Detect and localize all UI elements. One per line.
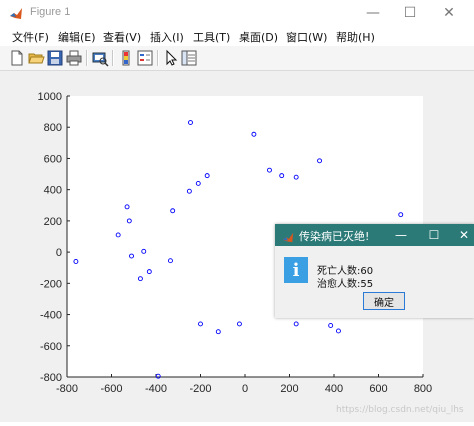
y-tick-label: -800 (40, 372, 62, 384)
menu-window[interactable]: 窗口(W) (286, 29, 327, 45)
dialog-maximize-button[interactable]: ☐ (420, 224, 448, 246)
y-tick-label: 0 (56, 247, 62, 259)
menu-tools[interactable]: 工具(T) (193, 29, 230, 45)
ok-button[interactable]: 确定 (363, 292, 405, 310)
y-tick-label: 200 (44, 216, 62, 228)
matlab-logo-icon (9, 6, 23, 20)
minimize-button[interactable]: — (356, 0, 390, 26)
edit-plot-arrow-icon[interactable] (162, 49, 180, 67)
dialog-title: 传染病已灭绝! (299, 230, 370, 243)
x-tick-label: -600 (100, 383, 122, 395)
window-title: Figure 1 (30, 6, 71, 18)
print-icon[interactable] (65, 49, 83, 67)
figure-toolbar (0, 46, 474, 71)
matlab-logo-icon (282, 229, 294, 243)
menu-view[interactable]: 查看(V) (103, 29, 141, 45)
save-icon[interactable] (46, 49, 64, 67)
menu-help[interactable]: 帮助(H) (336, 29, 375, 45)
x-tick-label: 400 (325, 383, 343, 395)
figure-window: Figure 1 — ☐ ✕ 文件(F) 编辑(E) 查看(V) 插入(I) 工… (0, 0, 474, 422)
watermark: https://blog.csdn.net/qiu_lhs (336, 405, 464, 415)
colorbar-icon[interactable] (117, 49, 135, 67)
toolbar-separator (113, 50, 114, 66)
y-tick-label: -200 (40, 278, 62, 290)
dialog-titlebar[interactable]: 传染病已灭绝! — ☐ ✕ (275, 224, 474, 246)
y-tick-label: -600 (40, 341, 62, 353)
menu-file[interactable]: 文件(F) (12, 29, 49, 45)
y-tick-label: 1000 (38, 91, 62, 103)
toolbar-separator (158, 50, 159, 66)
menu-insert[interactable]: 插入(I) (150, 29, 184, 45)
print-preview-icon[interactable] (91, 49, 109, 67)
toolbar-separator (87, 50, 88, 66)
menu-desktop[interactable]: 桌面(D) (239, 29, 278, 45)
x-tick-label: 600 (369, 383, 387, 395)
menu-bar: 文件(F) 编辑(E) 查看(V) 插入(I) 工具(T) 桌面(D) 窗口(W… (0, 26, 474, 46)
cured-value: 55 (360, 279, 374, 290)
y-tick-label: 800 (44, 122, 62, 134)
close-button[interactable]: ✕ (432, 0, 466, 26)
menu-edit[interactable]: 编辑(E) (58, 29, 96, 45)
property-editor-icon[interactable] (180, 49, 198, 67)
maximize-button[interactable]: ☐ (393, 0, 427, 26)
x-tick-label: -800 (56, 383, 78, 395)
dialog-minimize-button[interactable]: — (387, 224, 415, 246)
y-tick-label: -400 (40, 310, 62, 322)
y-tick-label: 400 (44, 185, 62, 197)
x-tick-label: 800 (414, 383, 432, 395)
message-dialog: 传染病已灭绝! — ☐ ✕ i 死亡人数:60 治愈人数:55 确定 (275, 224, 474, 318)
x-tick-label: 0 (242, 383, 248, 395)
cured-line: 治愈人数:55 (317, 275, 373, 290)
new-figure-icon[interactable] (8, 49, 26, 67)
open-file-icon[interactable] (27, 49, 45, 67)
x-tick-label: -400 (145, 383, 167, 395)
window-titlebar[interactable]: Figure 1 — ☐ ✕ (0, 0, 474, 26)
cured-label: 治愈人数: (317, 279, 361, 290)
legend-icon[interactable] (136, 49, 154, 67)
x-tick-label: 200 (280, 383, 298, 395)
info-icon: i (284, 257, 308, 283)
dialog-close-button[interactable]: ✕ (450, 224, 474, 246)
x-tick-label: -200 (189, 383, 211, 395)
y-tick-label: 600 (44, 153, 62, 165)
